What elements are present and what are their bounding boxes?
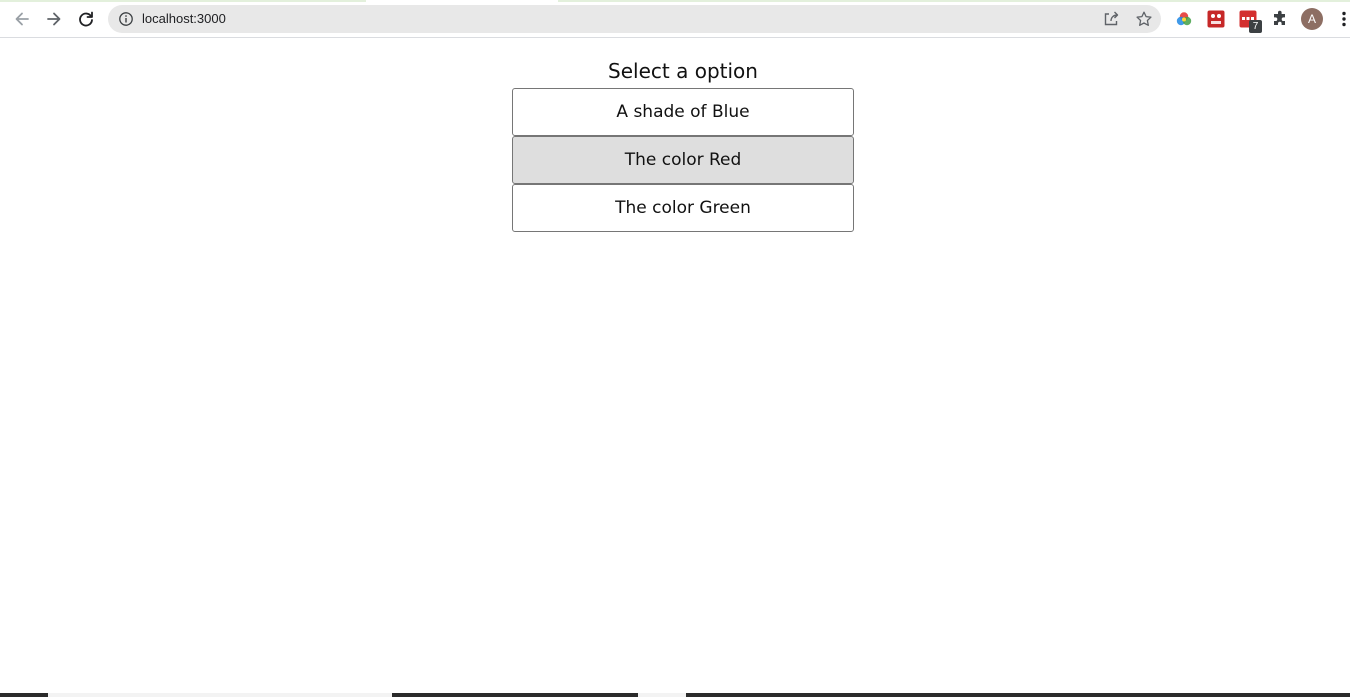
- option-prompt: Select a option: [608, 59, 758, 83]
- reload-icon: [79, 11, 93, 27]
- url-text[interactable]: localhost:3000: [142, 11, 226, 27]
- forward-button[interactable]: [42, 7, 66, 31]
- taskbar-edge: [392, 693, 638, 697]
- profile-avatar[interactable]: A: [1301, 8, 1323, 30]
- browser-toolbar: localhost:3000 7 A: [0, 0, 1350, 38]
- extension-badge-count: 7: [1249, 20, 1262, 33]
- color-wheel-icon[interactable]: [1175, 10, 1193, 28]
- arrow-right-icon: [47, 12, 61, 26]
- page-content: Select a option A shade of Blue The colo…: [0, 39, 1350, 693]
- star-icon[interactable]: [1135, 10, 1153, 28]
- address-bar[interactable]: localhost:3000: [108, 5, 1161, 33]
- option-green-button[interactable]: The color Green: [512, 184, 854, 232]
- back-button[interactable]: [10, 7, 34, 31]
- option-blue-button[interactable]: A shade of Blue: [512, 88, 854, 136]
- reload-button[interactable]: [74, 7, 98, 31]
- red-extension-icon[interactable]: [1207, 10, 1225, 28]
- option-list: A shade of Blue The color Red The color …: [512, 88, 854, 232]
- taskbar-edge: [686, 693, 1350, 697]
- loading-indicator: [0, 0, 366, 2]
- puzzle-icon[interactable]: [1271, 10, 1289, 28]
- option-red-button[interactable]: The color Red: [512, 136, 854, 184]
- loading-indicator: [558, 0, 1350, 2]
- info-icon[interactable]: [118, 11, 134, 27]
- kebab-menu-icon[interactable]: [1338, 10, 1350, 28]
- arrow-left-icon: [15, 12, 29, 26]
- share-icon[interactable]: [1102, 10, 1120, 28]
- taskbar-edge: [0, 693, 48, 697]
